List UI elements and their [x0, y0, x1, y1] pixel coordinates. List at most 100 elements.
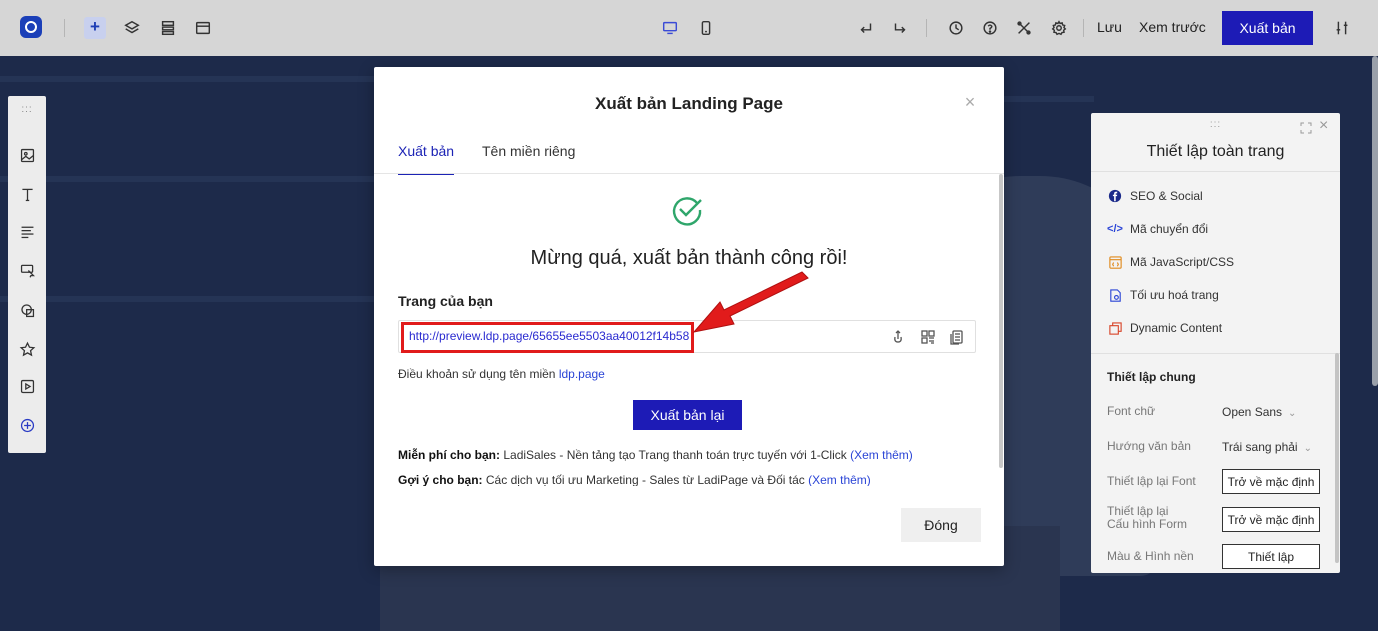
- reset-form-button[interactable]: Trở về mặc định: [1222, 507, 1320, 532]
- font-select[interactable]: Open Sans ⌄: [1222, 405, 1296, 419]
- text-direction-label: Hướng văn bản: [1107, 439, 1191, 453]
- optimize-doc-icon: [1107, 287, 1123, 303]
- background-shelf: [0, 296, 380, 302]
- background-shelf: [0, 76, 380, 82]
- redo-icon[interactable]: [890, 18, 910, 38]
- text-direction-select[interactable]: Trái sang phải ⌄: [1222, 440, 1312, 454]
- domain-terms-text: Điều khoản sử dụng tên miền: [398, 367, 556, 381]
- layers-icon[interactable]: [122, 18, 142, 38]
- background-label: Màu & Hình nền: [1107, 549, 1194, 563]
- tab-publish[interactable]: Xuất bản: [398, 143, 455, 175]
- background-shelf: [1004, 96, 1094, 102]
- page-settings-panel: ::: × Thiết lập toàn trang SEO & Social …: [1091, 113, 1340, 573]
- chevron-down-icon: ⌄: [1288, 408, 1297, 419]
- menu-item-seo-social[interactable]: SEO & Social: [1107, 187, 1203, 205]
- shape-element-icon[interactable]: [17, 300, 37, 320]
- mobile-view-icon[interactable]: [696, 18, 716, 38]
- publish-button[interactable]: Xuất bản: [1222, 11, 1313, 45]
- menu-item-label: SEO & Social: [1130, 189, 1203, 203]
- image-element-icon[interactable]: [17, 145, 37, 165]
- background-shelf: [0, 176, 380, 182]
- canvas-scrollbar[interactable]: [1372, 56, 1378, 386]
- background-settings-button[interactable]: Thiết lập: [1222, 544, 1320, 569]
- paragraph-element-icon[interactable]: [17, 221, 37, 241]
- success-message: Mừng quá, xuất bản thành công rồi!: [530, 247, 848, 269]
- modal-scrollbar[interactable]: [999, 174, 1003, 468]
- success-check-icon: [672, 197, 702, 226]
- drag-handle-icon[interactable]: :::: [8, 104, 46, 115]
- expand-icon[interactable]: [1300, 122, 1312, 134]
- undo-icon[interactable]: [856, 18, 876, 38]
- promo-free: Miễn phí cho bạn: LadiSales - Nền tảng t…: [398, 448, 913, 462]
- menu-item-label: Mã chuyển đổi: [1130, 222, 1209, 236]
- toolbar-divider: [64, 19, 65, 37]
- help-icon[interactable]: [980, 18, 1000, 38]
- promo-suggest-label: Gợi ý cho bạn:: [398, 473, 483, 486]
- republish-button[interactable]: Xuất bản lại: [633, 400, 742, 430]
- copy-icon[interactable]: [949, 329, 965, 345]
- facebook-icon: [1107, 188, 1123, 204]
- qr-code-icon[interactable]: [920, 329, 936, 345]
- open-link-icon[interactable]: [890, 329, 906, 345]
- general-settings-title: Thiết lập chung: [1107, 370, 1196, 384]
- star-icon[interactable]: [17, 339, 37, 359]
- toolbar-divider: [926, 19, 927, 37]
- close-button[interactable]: Đóng: [901, 508, 981, 542]
- promo-free-label: Miễn phí cho bạn:: [398, 448, 500, 462]
- left-element-toolbar: :::: [8, 96, 46, 453]
- promo-suggest: Gợi ý cho bạn: Các dịch vụ tối ưu Market…: [398, 473, 871, 486]
- desktop-view-icon[interactable]: [660, 18, 680, 38]
- reset-form-label-2: Cấu hình Form: [1107, 517, 1188, 531]
- promo-free-text: LadiSales - Nền tảng tạo Trang thanh toá…: [503, 448, 847, 462]
- panel-scrollbar[interactable]: [1335, 353, 1339, 563]
- menu-item-js-css[interactable]: Mã JavaScript/CSS: [1107, 253, 1234, 271]
- save-button[interactable]: Lưu: [1097, 19, 1122, 35]
- button-element-icon[interactable]: [17, 260, 37, 280]
- video-element-icon[interactable]: [17, 376, 37, 396]
- preview-button[interactable]: Xem trước: [1139, 19, 1206, 35]
- url-highlight-box: [401, 322, 694, 353]
- menu-item-label: Mã JavaScript/CSS: [1130, 255, 1235, 269]
- history-icon[interactable]: [946, 18, 966, 38]
- top-toolbar: + Lưu Xem trước Xuất bản: [0, 0, 1378, 56]
- js-file-icon: [1107, 254, 1123, 270]
- domain-terms-link[interactable]: ldp.page: [559, 367, 605, 381]
- publish-modal: Xuất bản Landing Page × Xuất bản Tên miề…: [374, 67, 1004, 566]
- reset-font-label: Thiết lập lại Font: [1107, 474, 1196, 488]
- code-icon: </>: [1107, 223, 1123, 235]
- menu-item-page-optimize[interactable]: Tối ưu hoá trang: [1107, 286, 1219, 304]
- close-icon[interactable]: ×: [963, 93, 977, 111]
- reset-font-button[interactable]: Trở về mặc định: [1222, 469, 1320, 494]
- chevron-down-icon: ⌄: [1303, 443, 1312, 454]
- text-direction-value: Trái sang phải: [1222, 440, 1298, 454]
- settings-gear-icon[interactable]: [1049, 18, 1069, 38]
- menu-item-dynamic-content[interactable]: Dynamic Content: [1107, 319, 1222, 337]
- promo-suggest-link[interactable]: (Xem thêm): [808, 473, 871, 486]
- promo-free-link[interactable]: (Xem thêm): [850, 448, 913, 462]
- toolbar-divider: [1083, 19, 1084, 37]
- popups-icon[interactable]: [193, 18, 213, 38]
- tab-custom-domain[interactable]: Tên miền riêng: [482, 143, 575, 173]
- close-icon[interactable]: ×: [1319, 118, 1333, 134]
- menu-item-label: Dynamic Content: [1130, 321, 1223, 335]
- annotation-arrow-icon: [692, 271, 809, 333]
- text-element-icon[interactable]: [17, 184, 37, 204]
- panel-divider: [1091, 171, 1340, 172]
- promo-suggest-text: Các dịch vụ tối ưu Marketing - Sales từ …: [485, 473, 805, 486]
- your-page-label: Trang của bạn: [398, 293, 493, 309]
- add-more-icon[interactable]: [17, 415, 37, 435]
- tools-icon[interactable]: [1014, 18, 1034, 38]
- menu-item-conversion-code[interactable]: </> Mã chuyển đổi: [1107, 220, 1208, 238]
- panel-divider: [1091, 353, 1340, 354]
- adjust-settings-icon[interactable]: [1332, 18, 1352, 38]
- panel-title: Thiết lập toàn trang: [1146, 143, 1285, 160]
- tabs-divider: [374, 173, 1004, 174]
- reset-form-label-1: Thiết lập lại: [1107, 504, 1169, 518]
- add-element-icon[interactable]: +: [84, 17, 106, 39]
- font-select-value: Open Sans: [1222, 405, 1283, 419]
- menu-item-label: Tối ưu hoá trang: [1130, 288, 1219, 302]
- sections-icon[interactable]: [158, 18, 178, 38]
- ladipage-logo[interactable]: [20, 16, 42, 38]
- dynamic-content-icon: [1107, 320, 1123, 336]
- domain-terms: Điều khoản sử dụng tên miền ldp.page: [398, 367, 605, 381]
